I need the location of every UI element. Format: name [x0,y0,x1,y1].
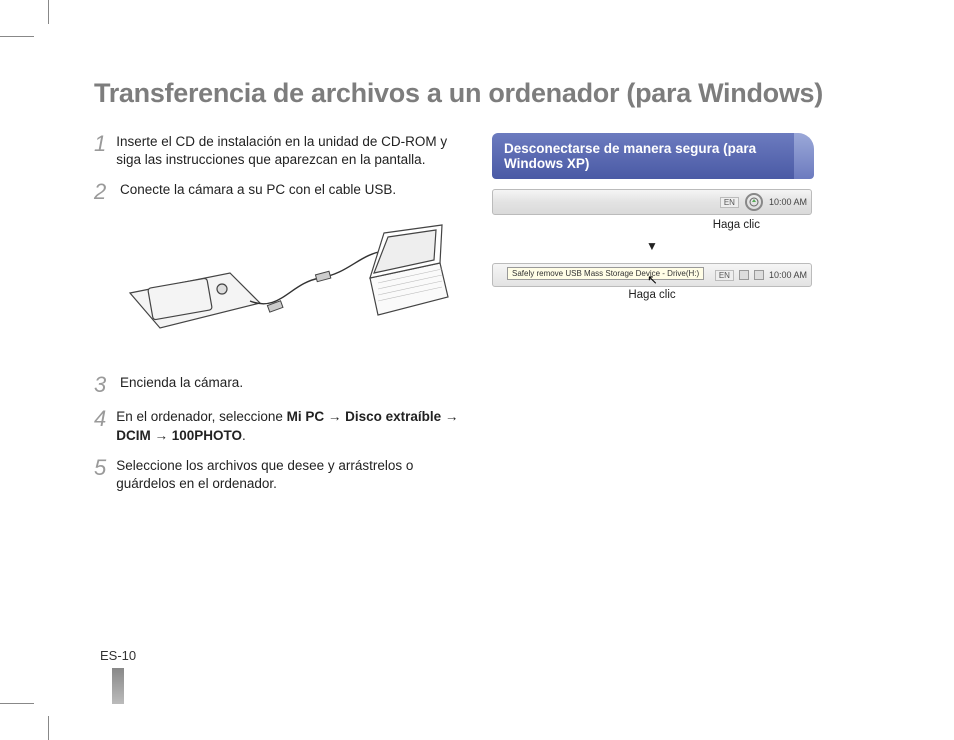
step-1: 1 Inserte el CD de instalación en la uni… [94,133,464,169]
step-text: Seleccione los archivos que desee y arrá… [116,457,464,493]
arrow-down-icon: ▼ [492,239,812,253]
windows-taskbar: EN 10:00 AM [492,189,812,215]
tray-clock: 10:00 AM [769,270,807,280]
system-tray: EN 10:00 AM [715,266,807,284]
callout-header: Desconectarse de manera segura (para Win… [492,133,812,179]
step-4: 4 En el ordenador, seleccione Mi PC → Di… [94,408,464,444]
safely-remove-hardware-icon[interactable] [754,270,764,280]
step-text: Encienda la cámara. [120,374,243,396]
step-text: Conecte la cámara a su PC con el cable U… [120,181,396,203]
step-number: 2 [94,181,110,203]
click-label: Haga clic [492,219,812,231]
tray-icon [739,270,749,280]
step-number: 3 [94,374,110,396]
language-indicator: EN [715,270,734,281]
cursor-icon: ↖ [647,272,658,288]
crop-mark [48,0,49,24]
page-number: ES-10 [100,648,136,663]
safely-remove-tooltip[interactable]: Safely remove USB Mass Storage Device - … [507,267,704,280]
step-text: Inserte el CD de instalación en la unida… [116,133,464,169]
step-5: 5 Seleccione los archivos que desee y ar… [94,457,464,493]
language-indicator: EN [720,197,739,208]
crop-mark [0,703,34,704]
page-title: Transferencia de archivos a un ordenador… [94,78,894,109]
step-2: 2 Conecte la cámara a su PC con el cable… [94,181,464,203]
safely-remove-hardware-icon[interactable] [745,193,763,211]
crop-mark [0,36,34,37]
step-number: 5 [94,457,106,493]
system-tray: EN 10:00 AM [720,192,807,212]
windows-taskbar-with-tooltip: Safely remove USB Mass Storage Device - … [492,263,812,287]
step-number: 4 [94,408,106,444]
step-text: En el ordenador, seleccione Mi PC → Disc… [116,408,464,444]
step4-suffix: . [242,428,246,443]
camera-laptop-usb-illustration [120,223,450,353]
step-number: 1 [94,133,106,169]
tray-clock: 10:00 AM [769,197,807,207]
page-tab-marker [112,668,124,704]
crop-mark [48,716,49,740]
click-label: Haga clic [492,289,812,301]
page-content: Transferencia de archivos a un ordenador… [94,78,894,505]
right-column: Desconectarse de manera segura (para Win… [492,133,812,505]
step-3: 3 Encienda la cámara. [94,374,464,396]
left-column: 1 Inserte el CD de instalación en la uni… [94,133,464,505]
step4-prefix: En el ordenador, seleccione [116,409,286,424]
